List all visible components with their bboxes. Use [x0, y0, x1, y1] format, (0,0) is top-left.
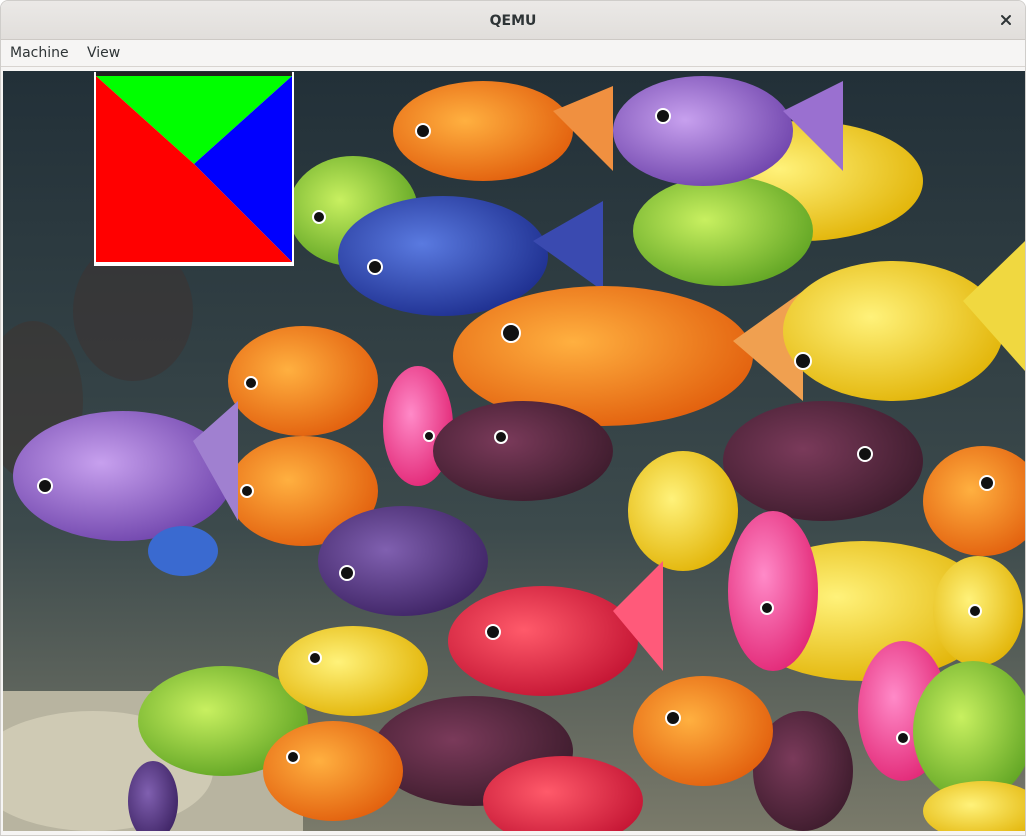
window-title: QEMU: [489, 13, 537, 29]
menu-view[interactable]: View: [87, 40, 120, 67]
guest-display[interactable]: [3, 71, 1025, 831]
rgb-triangles-icon: [94, 72, 294, 266]
menu-bar: Machine View: [1, 40, 1025, 67]
rgb-triangles-image: [94, 72, 294, 266]
close-icon: [1001, 15, 1011, 25]
qemu-window: QEMU Machine View: [0, 0, 1026, 836]
title-bar[interactable]: QEMU: [1, 1, 1025, 40]
close-button[interactable]: [995, 9, 1017, 31]
menu-machine[interactable]: Machine: [10, 40, 69, 67]
